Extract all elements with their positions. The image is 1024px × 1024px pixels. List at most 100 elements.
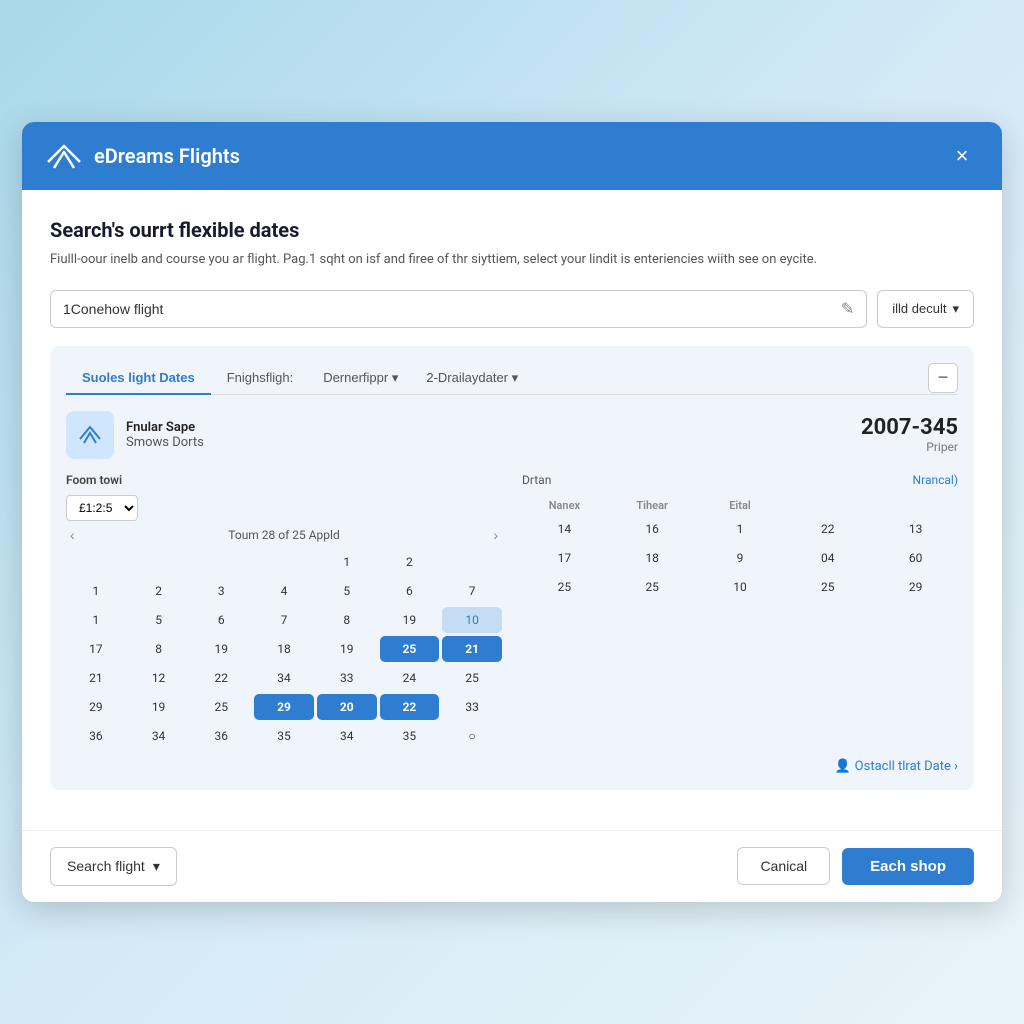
cal-day[interactable]: 21 [66, 665, 126, 691]
flight-names: Fnular Sape Smows Dorts [126, 420, 204, 450]
return-col-header: Tihear [610, 499, 695, 512]
cal-day[interactable]: 8 [317, 607, 377, 633]
cal-day[interactable]: 19 [380, 607, 440, 633]
chevron-down-icon: ▾ [153, 858, 160, 875]
cal-day[interactable]: 24 [380, 665, 440, 691]
return-day[interactable]: 13 [873, 516, 958, 542]
content-panel: Suoles light Dates Fnighsfligh: Dernerfi… [50, 346, 974, 790]
search-flight-label: Search flight [67, 858, 145, 874]
modal-title: eDreams Flights [94, 144, 240, 168]
cal-day[interactable]: 5 [129, 607, 189, 633]
return-day[interactable]: 22 [785, 516, 870, 542]
cal-day[interactable]: 12 [129, 665, 189, 691]
cal-day[interactable]: 34 [317, 723, 377, 749]
search-flight-button[interactable]: Search flight ▾ [50, 847, 177, 886]
search-input[interactable] [63, 291, 841, 327]
tab-destination[interactable]: Dernerfippr ▾ [309, 362, 412, 394]
cal-day[interactable]: 4 [254, 578, 314, 604]
cal-day[interactable]: 6 [380, 578, 440, 604]
return-day[interactable]: 25 [610, 574, 695, 600]
cal-day[interactable]: 35 [254, 723, 314, 749]
flight-name-2: Smows Dorts [126, 435, 204, 450]
cal-day[interactable]: 33 [442, 694, 502, 720]
cal-day[interactable]: 3 [191, 578, 251, 604]
modal-header: eDreams Flights × [22, 122, 1002, 190]
cal-day[interactable]: 5 [317, 578, 377, 604]
return-day[interactable]: 04 [785, 545, 870, 571]
month-nav: ‹ Toum 28 of 25 Appld › [66, 527, 502, 543]
cal-day-selected[interactable]: 21 [442, 636, 502, 662]
cal-day[interactable]: 1 [317, 549, 377, 575]
search-input-wrap: ✎ [50, 290, 867, 328]
cal-day[interactable]: 18 [254, 636, 314, 662]
cal-day[interactable]: 33 [317, 665, 377, 691]
from-calendar: Foom towi £1:2:5 ‹ Toum 28 of 25 Appld › [66, 473, 502, 749]
modal-overlay: eDreams Flights × Search's ourrt flexibl… [22, 122, 1002, 902]
start-date-link[interactable]: 👤 Ostacll tlrat Date › [834, 759, 958, 774]
close-button[interactable]: × [946, 140, 978, 172]
cal-empty: ○ [442, 723, 502, 749]
return-day[interactable]: 29 [873, 574, 958, 600]
cal-day-selected[interactable]: 22 [380, 694, 440, 720]
cal-day[interactable]: 34 [129, 723, 189, 749]
tab-flights[interactable]: Fnighsfligh: [211, 362, 309, 395]
cancel-return-link[interactable]: Nrancal) [913, 473, 958, 487]
cal-day[interactable]: 34 [254, 665, 314, 691]
cal-day[interactable]: 1 [66, 578, 126, 604]
cal-day[interactable]: 19 [191, 636, 251, 662]
price-label: Priper [861, 440, 958, 454]
cal-day[interactable]: 6 [191, 607, 251, 633]
cal-day[interactable]: 25 [191, 694, 251, 720]
cal-day[interactable]: 19 [317, 636, 377, 662]
return-col-header: Nanex [522, 499, 607, 512]
cal-day[interactable]: 25 [442, 665, 502, 691]
from-calendar-grid: 1 2 1 2 3 4 5 6 7 1 [66, 549, 502, 749]
tabs-row: Suoles light Dates Fnighsfligh: Dernerfi… [66, 362, 958, 395]
return-day[interactable]: 60 [873, 545, 958, 571]
return-day[interactable]: 16 [610, 516, 695, 542]
cal-day[interactable]: 8 [129, 636, 189, 662]
cal-day-selected[interactable]: 20 [317, 694, 377, 720]
cal-day-selected[interactable]: 25 [380, 636, 440, 662]
cal-day[interactable]: 7 [442, 578, 502, 604]
cal-day[interactable]: 1 [66, 607, 126, 633]
cancel-button[interactable]: Canical [737, 847, 830, 885]
from-select[interactable]: £1:2:5 [66, 495, 138, 521]
tab-date[interactable]: 2-Drailaydater ▾ [412, 362, 532, 394]
return-day[interactable]: 25 [785, 574, 870, 600]
cal-day-selected[interactable]: 29 [254, 694, 314, 720]
cal-header-tue [129, 549, 189, 575]
cal-day[interactable]: 19 [129, 694, 189, 720]
next-month-button[interactable]: › [489, 527, 502, 543]
return-col-header [785, 499, 870, 512]
return-day[interactable]: 18 [610, 545, 695, 571]
return-day[interactable]: 9 [698, 545, 783, 571]
return-day[interactable]: 10 [698, 574, 783, 600]
cal-day-selected[interactable]: 10 [442, 607, 502, 633]
return-day[interactable]: 25 [522, 574, 607, 600]
month-label: Toum 28 of 25 Appld [87, 528, 482, 542]
return-day[interactable]: 17 [522, 545, 607, 571]
return-day[interactable]: 14 [522, 516, 607, 542]
from-calendar-header: Foom towi [66, 473, 502, 487]
prev-month-button[interactable]: ‹ [66, 527, 79, 543]
cal-day[interactable]: 36 [191, 723, 251, 749]
difficulty-button[interactable]: illd decult ▾ [877, 290, 974, 328]
cal-day[interactable]: 7 [254, 607, 314, 633]
minus-button[interactable]: − [928, 363, 958, 393]
cal-day[interactable]: 36 [66, 723, 126, 749]
edit-icon: ✎ [841, 299, 854, 318]
plane-icon [76, 421, 104, 449]
cal-day[interactable]: 29 [66, 694, 126, 720]
modal-footer: Search flight ▾ Canical Each shop [22, 830, 1002, 902]
cal-day[interactable]: 2 [380, 549, 440, 575]
each-shop-button[interactable]: Each shop [842, 848, 974, 885]
section-description: Fiulll-oour inelb and course you ar flig… [50, 250, 974, 270]
return-grid: 14 16 1 22 13 17 18 9 04 60 25 [522, 516, 958, 600]
cal-day[interactable]: 2 [129, 578, 189, 604]
cal-day[interactable]: 22 [191, 665, 251, 691]
cal-day[interactable]: 17 [66, 636, 126, 662]
tab-flexible-dates[interactable]: Suoles light Dates [66, 362, 211, 395]
cal-day[interactable]: 35 [380, 723, 440, 749]
return-day[interactable]: 1 [698, 516, 783, 542]
